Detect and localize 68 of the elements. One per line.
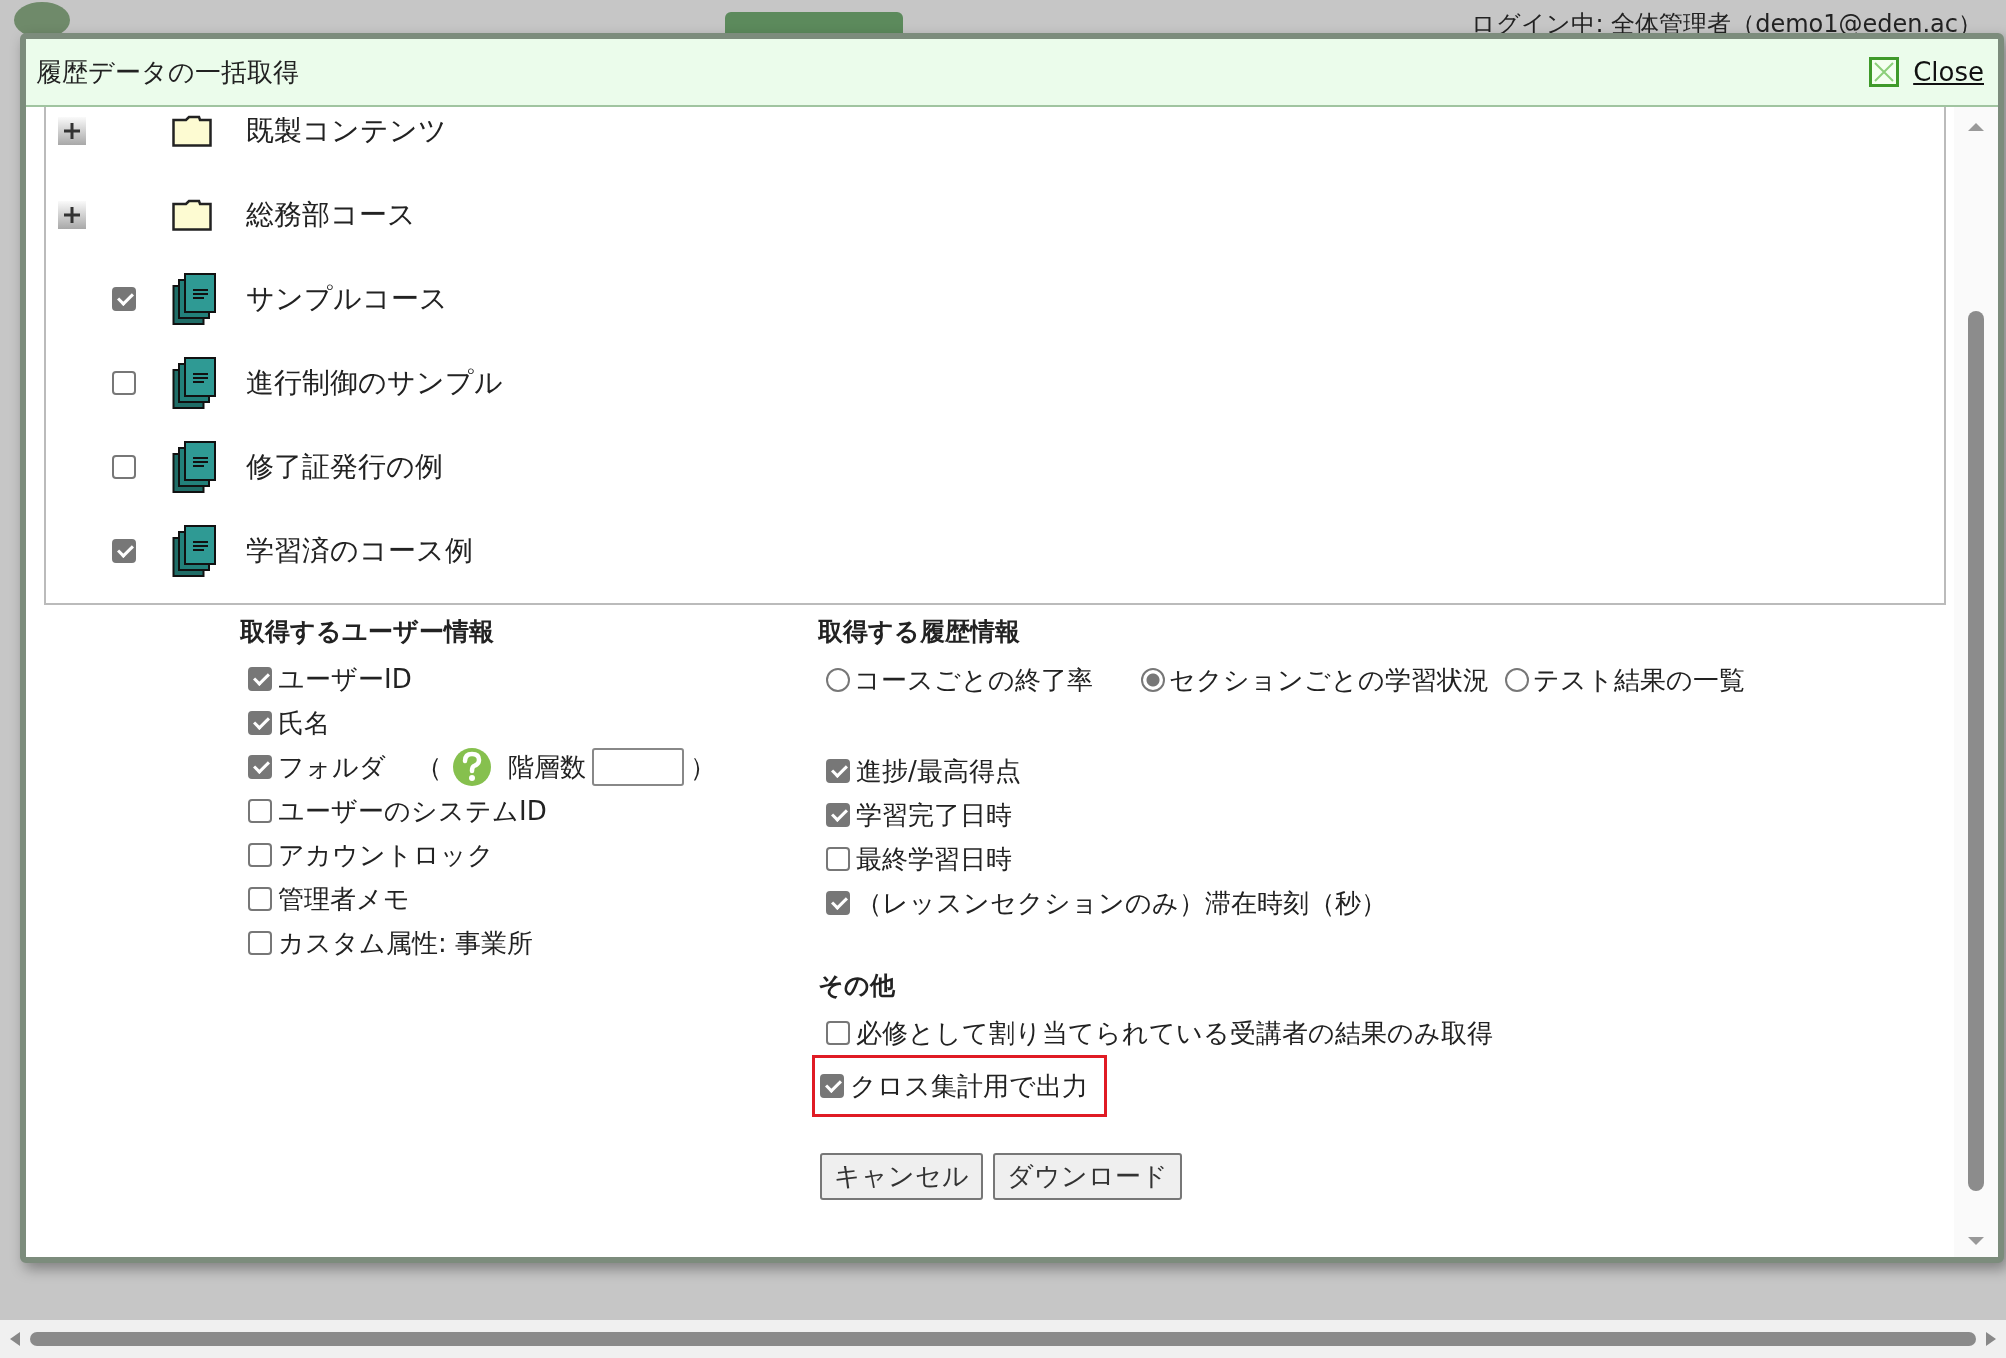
close-icon[interactable] (1869, 57, 1900, 87)
tree-item-label[interactable]: 総務部コース (246, 196, 416, 234)
radio-label: セクションごとの学習状況 (1169, 665, 1489, 695)
folder-icon (172, 115, 212, 147)
option-label: 最終学習日時 (856, 842, 1012, 876)
book-stack-icon (172, 440, 218, 494)
download-button[interactable]: ダウンロード (993, 1153, 1182, 1200)
option-label: （レッスンセクションのみ）滞在時刻（秒） (856, 886, 1387, 920)
option-label: 学習完了日時 (856, 798, 1012, 832)
paren-text: ） (690, 750, 716, 784)
section-heading: その他 (818, 970, 896, 1002)
radio-label: コースごとの終了率 (854, 665, 1093, 695)
depth-input-field[interactable] (592, 748, 684, 786)
expand-toggle-icon[interactable] (58, 201, 86, 229)
depth-label: 階層数 (508, 750, 586, 784)
tree-item-label[interactable]: サンプルコース (246, 280, 448, 318)
book-stack-icon (172, 524, 218, 578)
checkbox[interactable] (826, 759, 850, 783)
radio-button[interactable] (1141, 668, 1165, 692)
scroll-down-icon[interactable] (1968, 1237, 1984, 1247)
checkbox[interactable] (248, 667, 272, 691)
checkbox[interactable] (248, 931, 272, 955)
checkbox[interactable] (826, 1021, 850, 1045)
cancel-button[interactable]: キャンセル (820, 1153, 983, 1200)
tree-item-label[interactable]: 既製コンテンツ (246, 112, 447, 150)
radio-label: テスト結果の一覧 (1533, 665, 1745, 695)
close-link[interactable]: Close (1907, 57, 1984, 87)
vertical-scrollbar[interactable] (1954, 107, 1998, 1257)
option-label: 進捗/最高得点 (856, 754, 1021, 788)
section-heading: 取得する履歴情報 (818, 616, 1021, 648)
option-label: 氏名 (278, 706, 330, 740)
checkbox[interactable] (112, 287, 136, 311)
book-stack-icon (172, 356, 218, 410)
checkbox[interactable] (826, 847, 850, 871)
tree-item-label[interactable]: 学習済のコース例 (246, 532, 473, 570)
checkbox[interactable] (826, 803, 850, 827)
checkbox[interactable] (112, 455, 136, 479)
checkbox[interactable] (826, 891, 850, 915)
option-label: カスタム属性: 事業所 (278, 926, 534, 960)
checkbox[interactable] (112, 371, 136, 395)
option-label: 必修として割り当てられている受講者の結果のみ取得 (856, 1016, 1493, 1050)
checkbox[interactable] (820, 1074, 844, 1098)
tree-item-label[interactable]: 進行制御のサンプル (246, 364, 503, 402)
checkbox[interactable] (248, 799, 272, 823)
section-heading: 取得するユーザー情報 (240, 616, 495, 648)
tree-item-label[interactable]: 修了証発行の例 (246, 448, 443, 486)
option-label: フォルダ (278, 750, 386, 784)
book-stack-icon (172, 272, 218, 326)
paren-text: （ (416, 750, 442, 784)
option-label: 管理者メモ (278, 882, 410, 916)
radio-button[interactable] (1505, 668, 1529, 692)
checkbox[interactable] (248, 843, 272, 867)
option-label: クロス集計用で出力 (850, 1069, 1088, 1103)
checkbox[interactable] (248, 711, 272, 735)
expand-toggle-icon[interactable] (58, 117, 86, 145)
radio-button[interactable] (826, 668, 850, 692)
option-label: ユーザーのシステムID (278, 794, 547, 828)
option-label: ユーザーID (278, 662, 412, 696)
scroll-left-icon[interactable] (10, 1332, 20, 1346)
checkbox[interactable] (248, 887, 272, 911)
checkbox[interactable] (248, 755, 272, 779)
dialog-title: 履歴データの一括取得 (36, 55, 300, 89)
folder-icon (172, 199, 212, 231)
scroll-up-icon[interactable] (1968, 121, 1984, 131)
scroll-right-icon[interactable] (1986, 1332, 1996, 1346)
option-label: アカウントロック (278, 838, 494, 872)
horizontal-scrollbar[interactable] (0, 1320, 2006, 1358)
checkbox[interactable] (112, 539, 136, 563)
